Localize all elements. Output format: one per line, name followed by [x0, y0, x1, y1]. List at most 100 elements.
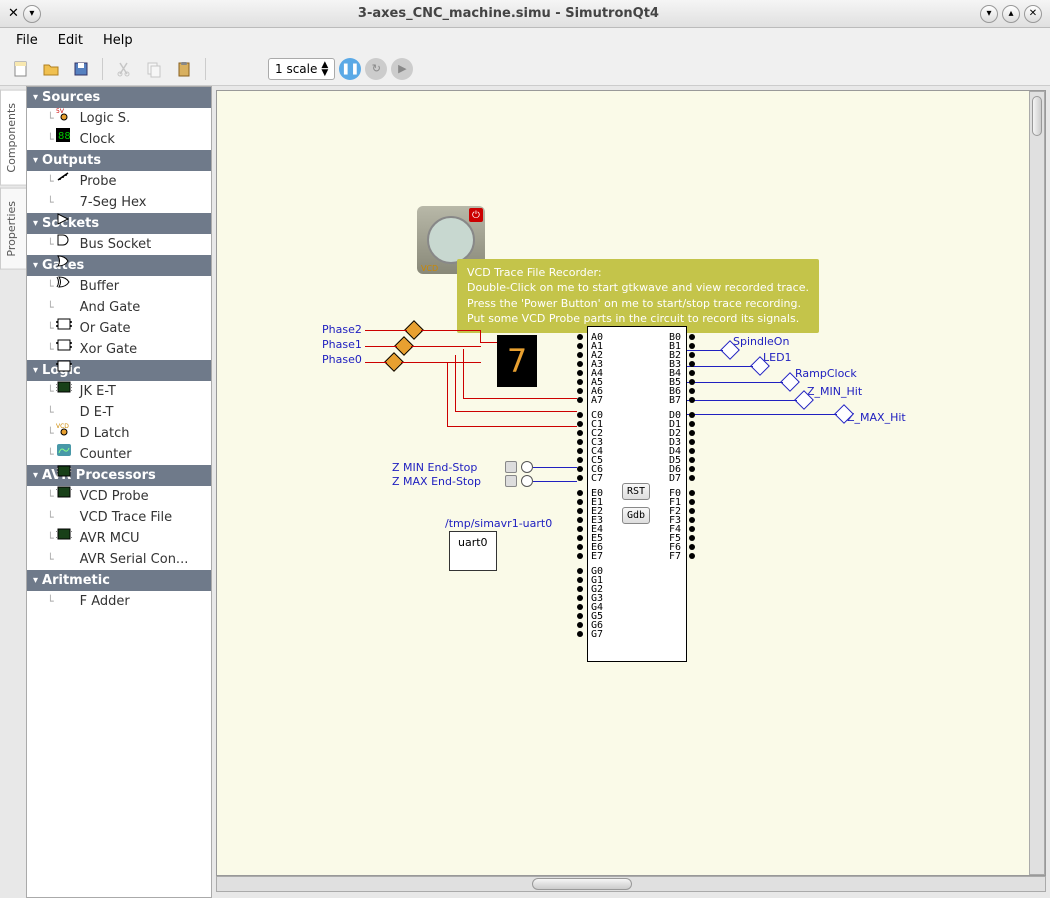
seven-seg-display[interactable]: 7	[497, 335, 537, 387]
menu-edit[interactable]: Edit	[48, 31, 93, 50]
pin-a7[interactable]	[577, 397, 583, 403]
pin-e4[interactable]	[577, 526, 583, 532]
pin-d0[interactable]	[689, 412, 695, 418]
category-avr[interactable]: AVR Processors	[27, 465, 211, 486]
category-gates[interactable]: Gates	[27, 255, 211, 276]
open-file-button[interactable]	[38, 56, 64, 82]
horizontal-scrollbar[interactable]	[216, 876, 1046, 892]
pin-e5[interactable]	[577, 535, 583, 541]
tree-item-vcd-trace[interactable]: └VCD Trace File	[27, 507, 211, 528]
pin-c5[interactable]	[577, 457, 583, 463]
play-button[interactable]: ▶	[391, 58, 413, 80]
tree-item-7seg[interactable]: └887-Seg Hex	[27, 192, 211, 213]
pause-button[interactable]: ❚❚	[339, 58, 361, 80]
tab-components[interactable]: Components	[0, 90, 26, 186]
pin-c4[interactable]	[577, 448, 583, 454]
category-sources[interactable]: Sources	[27, 87, 211, 108]
pin-d3[interactable]	[689, 439, 695, 445]
pin-g2[interactable]	[577, 586, 583, 592]
pin-b7[interactable]	[689, 397, 695, 403]
tab-properties[interactable]: Properties	[0, 188, 26, 270]
paste-button[interactable]	[171, 56, 197, 82]
pin-g5[interactable]	[577, 613, 583, 619]
pin-d6[interactable]	[689, 466, 695, 472]
scrollbar-thumb[interactable]	[532, 878, 632, 890]
tree-item-and-gate[interactable]: └And Gate	[27, 297, 211, 318]
tree-item-probe[interactable]: └5VProbe	[27, 171, 211, 192]
pin-e3[interactable]	[577, 517, 583, 523]
pin-a2[interactable]	[577, 352, 583, 358]
tree-item-d-et[interactable]: └D E-T	[27, 402, 211, 423]
pin-g7[interactable]	[577, 631, 583, 637]
copy-button[interactable]	[141, 56, 167, 82]
pin-d4[interactable]	[689, 448, 695, 454]
window-menu-button[interactable]: ▾	[23, 5, 41, 23]
pin-e0[interactable]	[577, 490, 583, 496]
minimize-button[interactable]: ▾	[980, 5, 998, 23]
pin-a4[interactable]	[577, 370, 583, 376]
pin-b3[interactable]	[689, 361, 695, 367]
category-aritmetic[interactable]: Aritmetic	[27, 570, 211, 591]
pin-f6[interactable]	[689, 544, 695, 550]
pin-e6[interactable]	[577, 544, 583, 550]
category-outputs[interactable]: Outputs	[27, 150, 211, 171]
pin-f7[interactable]	[689, 553, 695, 559]
tree-item-counter[interactable]: └Counter	[27, 444, 211, 465]
close-button[interactable]: ✕	[1024, 5, 1042, 23]
pin-g6[interactable]	[577, 622, 583, 628]
pin-e1[interactable]	[577, 499, 583, 505]
pin-b6[interactable]	[689, 388, 695, 394]
menu-help[interactable]: Help	[93, 31, 143, 50]
pin-e7[interactable]	[577, 553, 583, 559]
pin-g1[interactable]	[577, 577, 583, 583]
tree-item-vcd-probe[interactable]: └VCDVCD Probe	[27, 486, 211, 507]
save-file-button[interactable]	[68, 56, 94, 82]
tree-item-avr-mcu[interactable]: └AVR MCU	[27, 528, 211, 549]
pin-f1[interactable]	[689, 499, 695, 505]
tree-item-avr-serial[interactable]: └AVR Serial Con...	[27, 549, 211, 570]
chip-gdb-button[interactable]: Gdb	[622, 507, 650, 524]
tree-item-clock[interactable]: └Clock	[27, 129, 211, 150]
pin-c2[interactable]	[577, 430, 583, 436]
tree-item-buffer[interactable]: └Buffer	[27, 276, 211, 297]
step-back-button[interactable]: ↻	[365, 58, 387, 80]
pin-d7[interactable]	[689, 475, 695, 481]
pin-a3[interactable]	[577, 361, 583, 367]
pin-b1[interactable]	[689, 343, 695, 349]
pin-d5[interactable]	[689, 457, 695, 463]
pin-f2[interactable]	[689, 508, 695, 514]
tree-item-or-gate[interactable]: └Or Gate	[27, 318, 211, 339]
pin-f3[interactable]	[689, 517, 695, 523]
pin-g3[interactable]	[577, 595, 583, 601]
pin-d2[interactable]	[689, 430, 695, 436]
scrollbar-thumb[interactable]	[1032, 96, 1042, 136]
tree-item-bus-socket[interactable]: └Bus Socket	[27, 234, 211, 255]
chip-rst-button[interactable]: RST	[622, 483, 650, 500]
pin-g4[interactable]	[577, 604, 583, 610]
pin-e2[interactable]	[577, 508, 583, 514]
category-sockets[interactable]: Sockets	[27, 213, 211, 234]
pin-c1[interactable]	[577, 421, 583, 427]
pin-c7[interactable]	[577, 475, 583, 481]
pin-g0[interactable]	[577, 568, 583, 574]
pin-b0[interactable]	[689, 334, 695, 340]
pin-c6[interactable]	[577, 466, 583, 472]
new-file-button[interactable]	[8, 56, 34, 82]
vcd-power-button[interactable]: ⏻	[469, 208, 483, 222]
toggle-zmax[interactable]	[505, 475, 517, 487]
category-logic[interactable]: Logic	[27, 360, 211, 381]
pin-d1[interactable]	[689, 421, 695, 427]
scale-selector[interactable]: 1 scale▲▼	[268, 58, 335, 80]
tree-item-f-adder[interactable]: └F Adder	[27, 591, 211, 612]
cut-button[interactable]	[111, 56, 137, 82]
pin-a6[interactable]	[577, 388, 583, 394]
tree-item-logic-s[interactable]: └Logic S.	[27, 108, 211, 129]
tree-item-d-latch[interactable]: └D Latch	[27, 423, 211, 444]
tree-item-jk-et[interactable]: └JK E-T	[27, 381, 211, 402]
vertical-scrollbar[interactable]	[1029, 91, 1045, 875]
maximize-button[interactable]: ▴	[1002, 5, 1020, 23]
pin-f0[interactable]	[689, 490, 695, 496]
menu-file[interactable]: File	[6, 31, 48, 50]
pin-a0[interactable]	[577, 334, 583, 340]
pin-a5[interactable]	[577, 379, 583, 385]
